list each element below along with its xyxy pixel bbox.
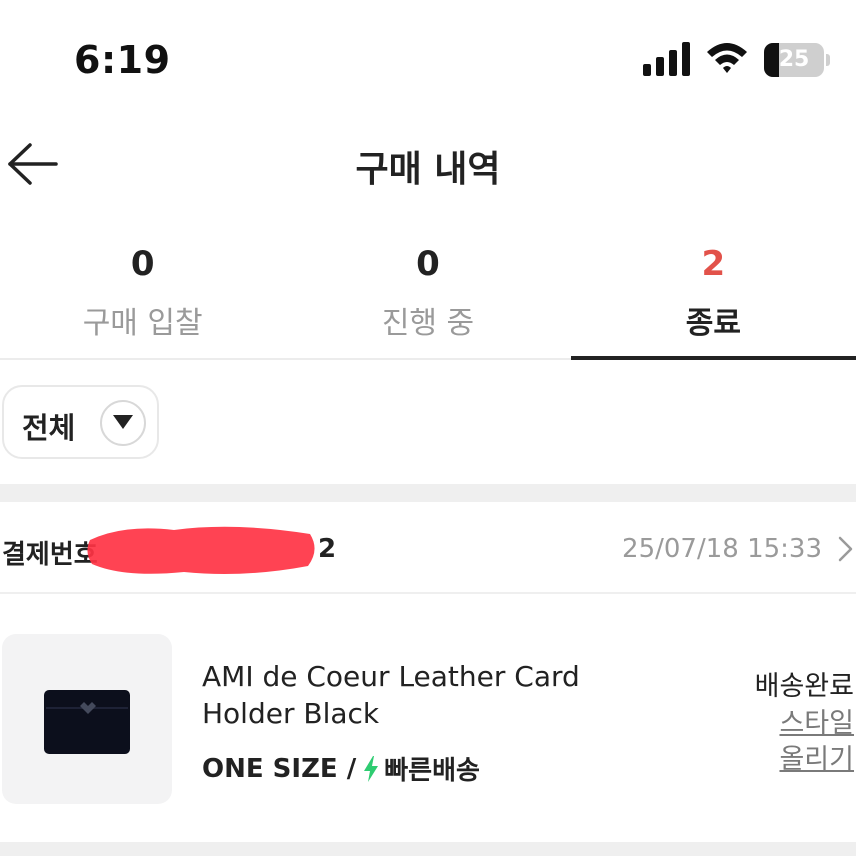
tab-bidding[interactable]: 0 구매 입찰 (0, 236, 285, 358)
tab-count: 0 (416, 244, 440, 284)
section-divider (0, 484, 856, 502)
battery-icon: 25 (764, 43, 830, 77)
tab-label: 진행 중 (381, 306, 475, 341)
redaction-scribble (87, 526, 315, 574)
status-bar: 6:19 25 (0, 0, 856, 120)
product-name[interactable]: AMI de Coeur Leather Card Holder Black (202, 658, 622, 732)
card-holder-image (44, 690, 130, 754)
wifi-icon (707, 43, 747, 73)
order-date: 25/07/18 15:33 (622, 534, 822, 564)
tab-bar: 0 구매 입찰 0 진행 중 2 종료 (0, 236, 856, 360)
product-option: ONE SIZE / 빠른배송 (202, 750, 480, 787)
tab-label: 종료 (685, 306, 741, 341)
chevron-right-icon (838, 536, 853, 562)
lightning-bolt-icon (364, 755, 379, 782)
status-time: 6:19 (74, 38, 171, 82)
page-title: 구매 내역 (355, 149, 501, 190)
filter-dropdown[interactable]: 전체 (2, 385, 159, 459)
tab-count: 2 (701, 244, 726, 284)
battery-level: 25 (778, 47, 810, 72)
tab-completed[interactable]: 2 종료 (570, 236, 856, 360)
product-thumbnail[interactable] (2, 634, 172, 804)
caret-down-icon (100, 400, 146, 446)
product-size: ONE SIZE / (202, 753, 357, 784)
tab-in-progress[interactable]: 0 진행 중 (285, 236, 570, 358)
section-divider (0, 842, 856, 856)
battery-body: 25 (764, 43, 824, 77)
battery-cap (826, 54, 830, 66)
order-number-suffix: 2 (318, 534, 337, 564)
tab-count: 0 (130, 244, 155, 284)
upload-style-link[interactable]: 스타일 올리기 (764, 706, 854, 778)
cellular-signal-icon (643, 42, 690, 76)
fast-shipping-label: 빠른배송 (384, 756, 480, 786)
filter-label: 전체 (22, 411, 76, 445)
order-header[interactable]: 결제번호 2 25/07/18 15:33 (0, 502, 856, 594)
delivery-status: 배송완료 (754, 671, 854, 702)
tab-label: 구매 입찰 (82, 306, 203, 341)
